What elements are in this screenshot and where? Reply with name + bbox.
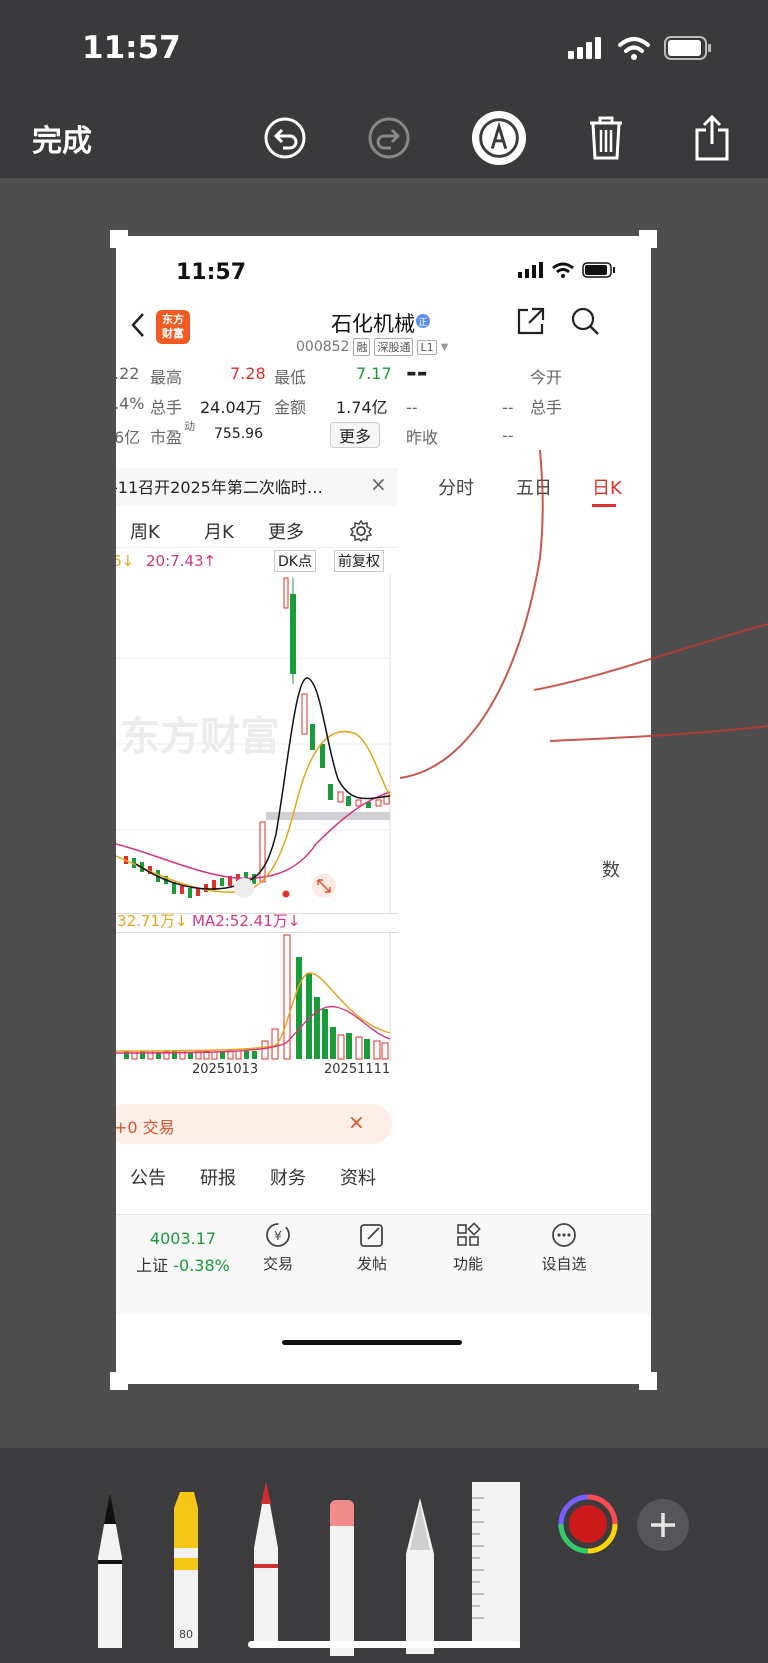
pen-tool-icon[interactable] — [88, 1488, 132, 1648]
markup-strokes — [399, 449, 768, 779]
status-time: 11:57 — [82, 30, 181, 66]
undo-button[interactable] — [257, 110, 313, 166]
redo-button[interactable] — [361, 110, 417, 166]
color-picker-icon[interactable] — [558, 1494, 618, 1554]
drawing-tool-palette: 80 — [0, 1448, 768, 1663]
highlighter-number: 80 — [179, 1628, 193, 1641]
highlighter-tool-icon[interactable]: 80 — [164, 1488, 208, 1648]
ruler-tool-icon[interactable] — [468, 1478, 524, 1648]
lasso-tool-icon[interactable] — [398, 1494, 442, 1654]
battery-icon — [664, 36, 711, 60]
markup-pen-button[interactable] — [471, 110, 527, 166]
redo-icon — [368, 117, 410, 159]
status-bar: 11:57 — [0, 0, 768, 100]
markup-pen-icon — [471, 110, 527, 166]
status-icons — [568, 36, 712, 60]
wifi-icon — [618, 37, 650, 60]
share-button[interactable] — [684, 110, 740, 166]
markup-toolbar: 完成 — [0, 100, 768, 178]
add-icon[interactable] — [636, 1498, 690, 1552]
eraser-tool-icon[interactable] — [320, 1496, 364, 1656]
home-indicator — [248, 1641, 520, 1648]
pencil-tool-icon[interactable] — [244, 1478, 288, 1648]
delete-button[interactable] — [578, 110, 634, 166]
trash-icon — [590, 116, 622, 160]
done-button[interactable]: 完成 — [32, 116, 92, 160]
undo-icon — [264, 117, 306, 159]
cellular-signal-icon — [568, 37, 601, 59]
share-icon — [695, 114, 729, 161]
